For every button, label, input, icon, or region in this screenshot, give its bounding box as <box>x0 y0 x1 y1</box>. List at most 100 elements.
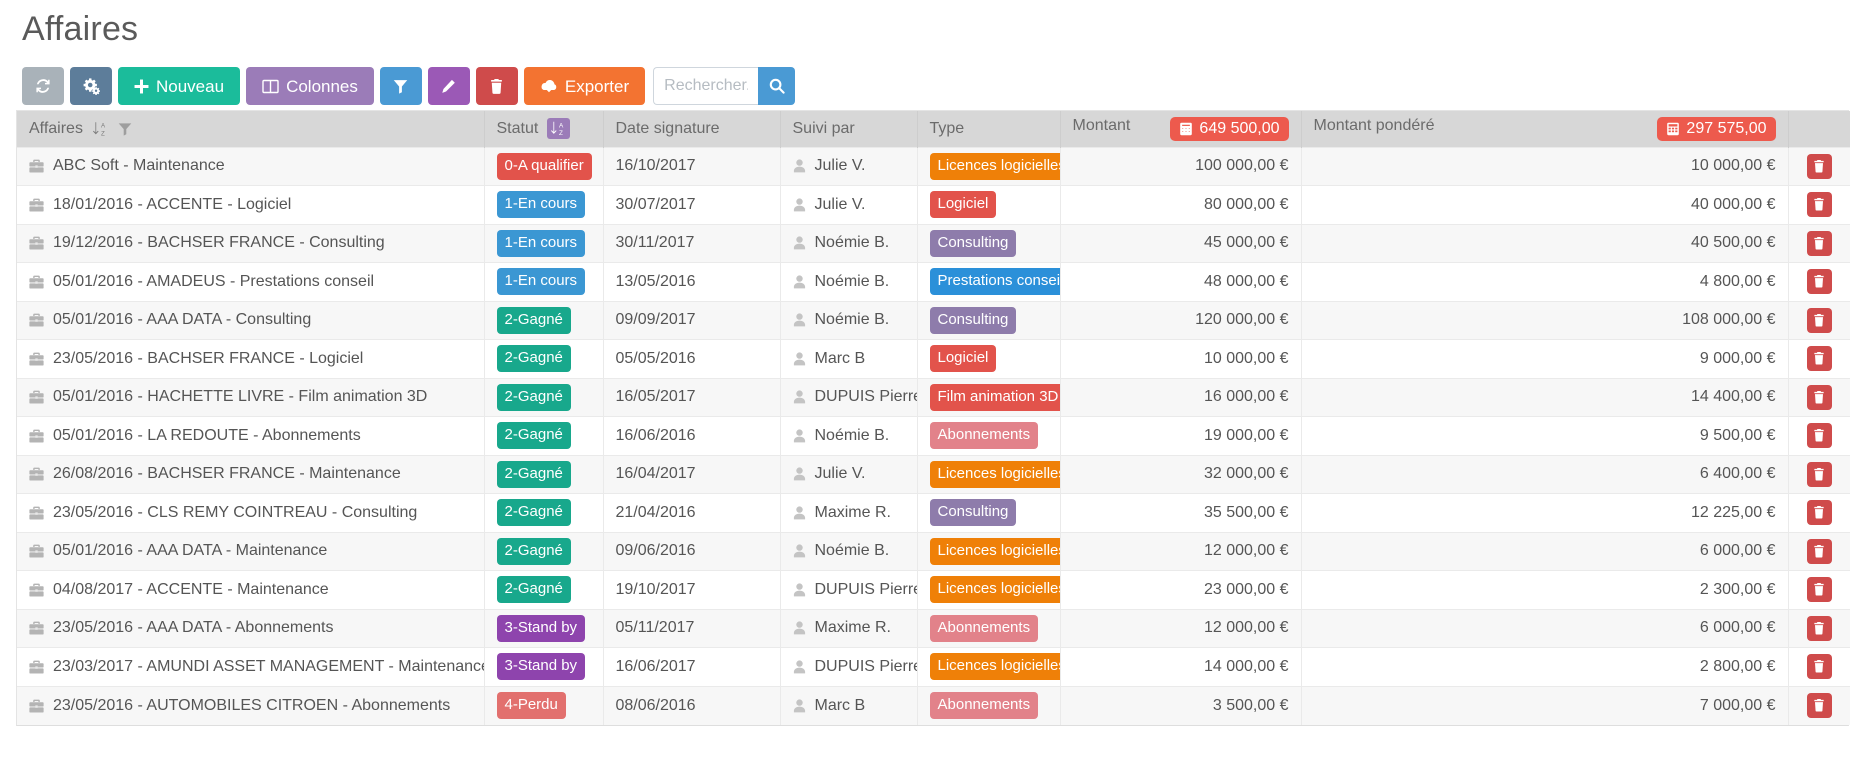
status-badge: 2-Gagné <box>497 384 571 411</box>
briefcase-icon <box>29 467 44 481</box>
refresh-button[interactable] <box>22 67 64 105</box>
cell-affaires[interactable]: 05/01/2016 - AAA DATA - Consulting <box>17 301 484 340</box>
cell-statut: 0-A qualifier <box>484 147 603 186</box>
column-header-affaires[interactable]: Affaires A Z <box>17 111 484 147</box>
columns-button-label: Colonnes <box>286 78 358 95</box>
table-row[interactable]: 26/08/2016 - BACHSER FRANCE - Maintenanc… <box>17 455 1850 494</box>
delete-button[interactable] <box>476 67 518 105</box>
cell-date-signature: 05/05/2016 <box>603 340 780 379</box>
table-row[interactable]: 04/08/2017 - ACCENTE - Maintenance2-Gagn… <box>17 571 1850 610</box>
delete-row-button[interactable] <box>1807 269 1832 294</box>
delete-row-button[interactable] <box>1807 500 1832 525</box>
table-row[interactable]: 19/12/2016 - BACHSER FRANCE - Consulting… <box>17 224 1850 263</box>
cell-affaires[interactable]: 23/05/2016 - BACHSER FRANCE - Logiciel <box>17 340 484 379</box>
table-row[interactable]: 05/01/2016 - LA REDOUTE - Abonnements2-G… <box>17 417 1850 456</box>
column-header-actions <box>1788 111 1850 147</box>
settings-button[interactable] <box>70 67 112 105</box>
type-badge: Licences logicielles <box>930 461 1061 488</box>
cell-affaires[interactable]: 05/01/2016 - AAA DATA - Maintenance <box>17 532 484 571</box>
cell-statut: 3-Stand by <box>484 648 603 687</box>
affaire-label: 23/03/2017 - AMUNDI ASSET MANAGEMENT - M… <box>53 658 484 676</box>
cell-actions <box>1788 686 1850 725</box>
table-row[interactable]: 05/01/2016 - AAA DATA - Maintenance2-Gag… <box>17 532 1850 571</box>
delete-row-button[interactable] <box>1807 308 1832 333</box>
delete-row-button[interactable] <box>1807 616 1832 641</box>
table-row[interactable]: 23/05/2016 - AAA DATA - Abonnements3-Sta… <box>17 609 1850 648</box>
montant-value: 12 000,00 € <box>1073 542 1289 560</box>
delete-row-button[interactable] <box>1807 462 1832 487</box>
cell-affaires[interactable]: 19/12/2016 - BACHSER FRANCE - Consulting <box>17 224 484 263</box>
affaire-label: 19/12/2016 - BACHSER FRANCE - Consulting <box>53 234 385 252</box>
table-row[interactable]: ABC Soft - Maintenance0-A qualifier16/10… <box>17 147 1850 186</box>
cell-affaires[interactable]: 05/01/2016 - HACHETTE LIVRE - Film anima… <box>17 378 484 417</box>
export-button[interactable]: Exporter <box>524 67 645 105</box>
suivi-par-label: Noémie B. <box>815 311 890 329</box>
montant-pondere-value: 14 400,00 € <box>1314 388 1776 406</box>
delete-row-button[interactable] <box>1807 192 1832 217</box>
montant-pondere-value: 12 225,00 € <box>1314 504 1776 522</box>
cell-type: Licences logicielles <box>917 147 1060 186</box>
table-row[interactable]: 23/03/2017 - AMUNDI ASSET MANAGEMENT - M… <box>17 648 1850 687</box>
cell-affaires[interactable]: 05/01/2016 - LA REDOUTE - Abonnements <box>17 417 484 456</box>
montant-value: 100 000,00 € <box>1073 157 1289 175</box>
search-submit-button[interactable] <box>758 67 795 105</box>
montant-value: 19 000,00 € <box>1073 427 1289 445</box>
cell-affaires[interactable]: 23/03/2017 - AMUNDI ASSET MANAGEMENT - M… <box>17 648 484 687</box>
trash-icon <box>1813 429 1825 442</box>
cell-affaires[interactable]: 05/01/2016 - AMADEUS - Prestations conse… <box>17 263 484 302</box>
column-header-date-signature[interactable]: Date signature <box>603 111 780 147</box>
cell-affaires[interactable]: 23/05/2016 - AUTOMOBILES CITROEN - Abonn… <box>17 686 484 725</box>
column-header-montant[interactable]: Montant <box>1060 111 1301 147</box>
cell-suivi-par: Noémie B. <box>780 224 917 263</box>
column-header-suivi-par[interactable]: Suivi par <box>780 111 917 147</box>
edit-button[interactable] <box>428 67 470 105</box>
table-row[interactable]: 23/05/2016 - CLS REMY COINTREAU - Consul… <box>17 494 1850 533</box>
delete-row-button[interactable] <box>1807 154 1832 179</box>
user-icon <box>793 198 806 212</box>
cell-affaires[interactable]: ABC Soft - Maintenance <box>17 147 484 186</box>
cell-montant: 48 000,00 € <box>1060 263 1301 302</box>
cell-montant: 14 000,00 € <box>1060 648 1301 687</box>
cell-affaires[interactable]: 23/05/2016 - AAA DATA - Abonnements <box>17 609 484 648</box>
cell-montant: 45 000,00 € <box>1060 224 1301 263</box>
delete-row-button[interactable] <box>1807 423 1832 448</box>
table-row[interactable]: 18/01/2016 - ACCENTE - Logiciel1-En cour… <box>17 186 1850 225</box>
table-row[interactable]: 05/01/2016 - HACHETTE LIVRE - Film anima… <box>17 378 1850 417</box>
cell-montant-pondere: 6 000,00 € <box>1301 609 1788 648</box>
cell-affaires[interactable]: 26/08/2016 - BACHSER FRANCE - Maintenanc… <box>17 455 484 494</box>
table-row[interactable]: 05/01/2016 - AMADEUS - Prestations conse… <box>17 263 1850 302</box>
delete-row-button[interactable] <box>1807 693 1832 718</box>
cell-actions <box>1788 147 1850 186</box>
sort-alpha-asc-active-icon[interactable]: A Z <box>547 118 570 139</box>
suivi-par-label: Noémie B. <box>815 427 890 445</box>
delete-row-button[interactable] <box>1807 539 1832 564</box>
montant-total-badge: 649 500,00 <box>1170 117 1288 141</box>
sort-alpha-asc-icon[interactable]: A Z <box>92 121 109 137</box>
cell-type: Prestations conseil <box>917 263 1060 302</box>
cell-affaires[interactable]: 18/01/2016 - ACCENTE - Logiciel <box>17 186 484 225</box>
column-filter-icon[interactable] <box>118 122 132 136</box>
column-header-type[interactable]: Type <box>917 111 1060 147</box>
suivi-par-label: Marc B <box>815 350 866 368</box>
montant-total-value: 649 500,00 <box>1199 121 1279 137</box>
cell-montant-pondere: 2 800,00 € <box>1301 648 1788 687</box>
cell-affaires[interactable]: 23/05/2016 - CLS REMY COINTREAU - Consul… <box>17 494 484 533</box>
filter-button[interactable] <box>380 67 422 105</box>
table-row[interactable]: 23/05/2016 - AUTOMOBILES CITROEN - Abonn… <box>17 686 1850 725</box>
cell-montant-pondere: 9 000,00 € <box>1301 340 1788 379</box>
delete-row-button[interactable] <box>1807 231 1832 256</box>
cell-statut: 3-Stand by <box>484 609 603 648</box>
delete-row-button[interactable] <box>1807 654 1832 679</box>
delete-row-button[interactable] <box>1807 385 1832 410</box>
column-header-montant-pondere[interactable]: Montant pondéré <box>1301 111 1788 147</box>
table-row[interactable]: 05/01/2016 - AAA DATA - Consulting2-Gagn… <box>17 301 1850 340</box>
columns-button[interactable]: Colonnes <box>246 67 374 105</box>
delete-row-button[interactable] <box>1807 577 1832 602</box>
cell-affaires[interactable]: 04/08/2017 - ACCENTE - Maintenance <box>17 571 484 610</box>
montant-value: 32 000,00 € <box>1073 465 1289 483</box>
search-input[interactable] <box>653 67 758 105</box>
column-header-statut[interactable]: Statut A Z <box>484 111 603 147</box>
table-row[interactable]: 23/05/2016 - BACHSER FRANCE - Logiciel2-… <box>17 340 1850 379</box>
new-button[interactable]: Nouveau <box>118 67 240 105</box>
delete-row-button[interactable] <box>1807 346 1832 371</box>
